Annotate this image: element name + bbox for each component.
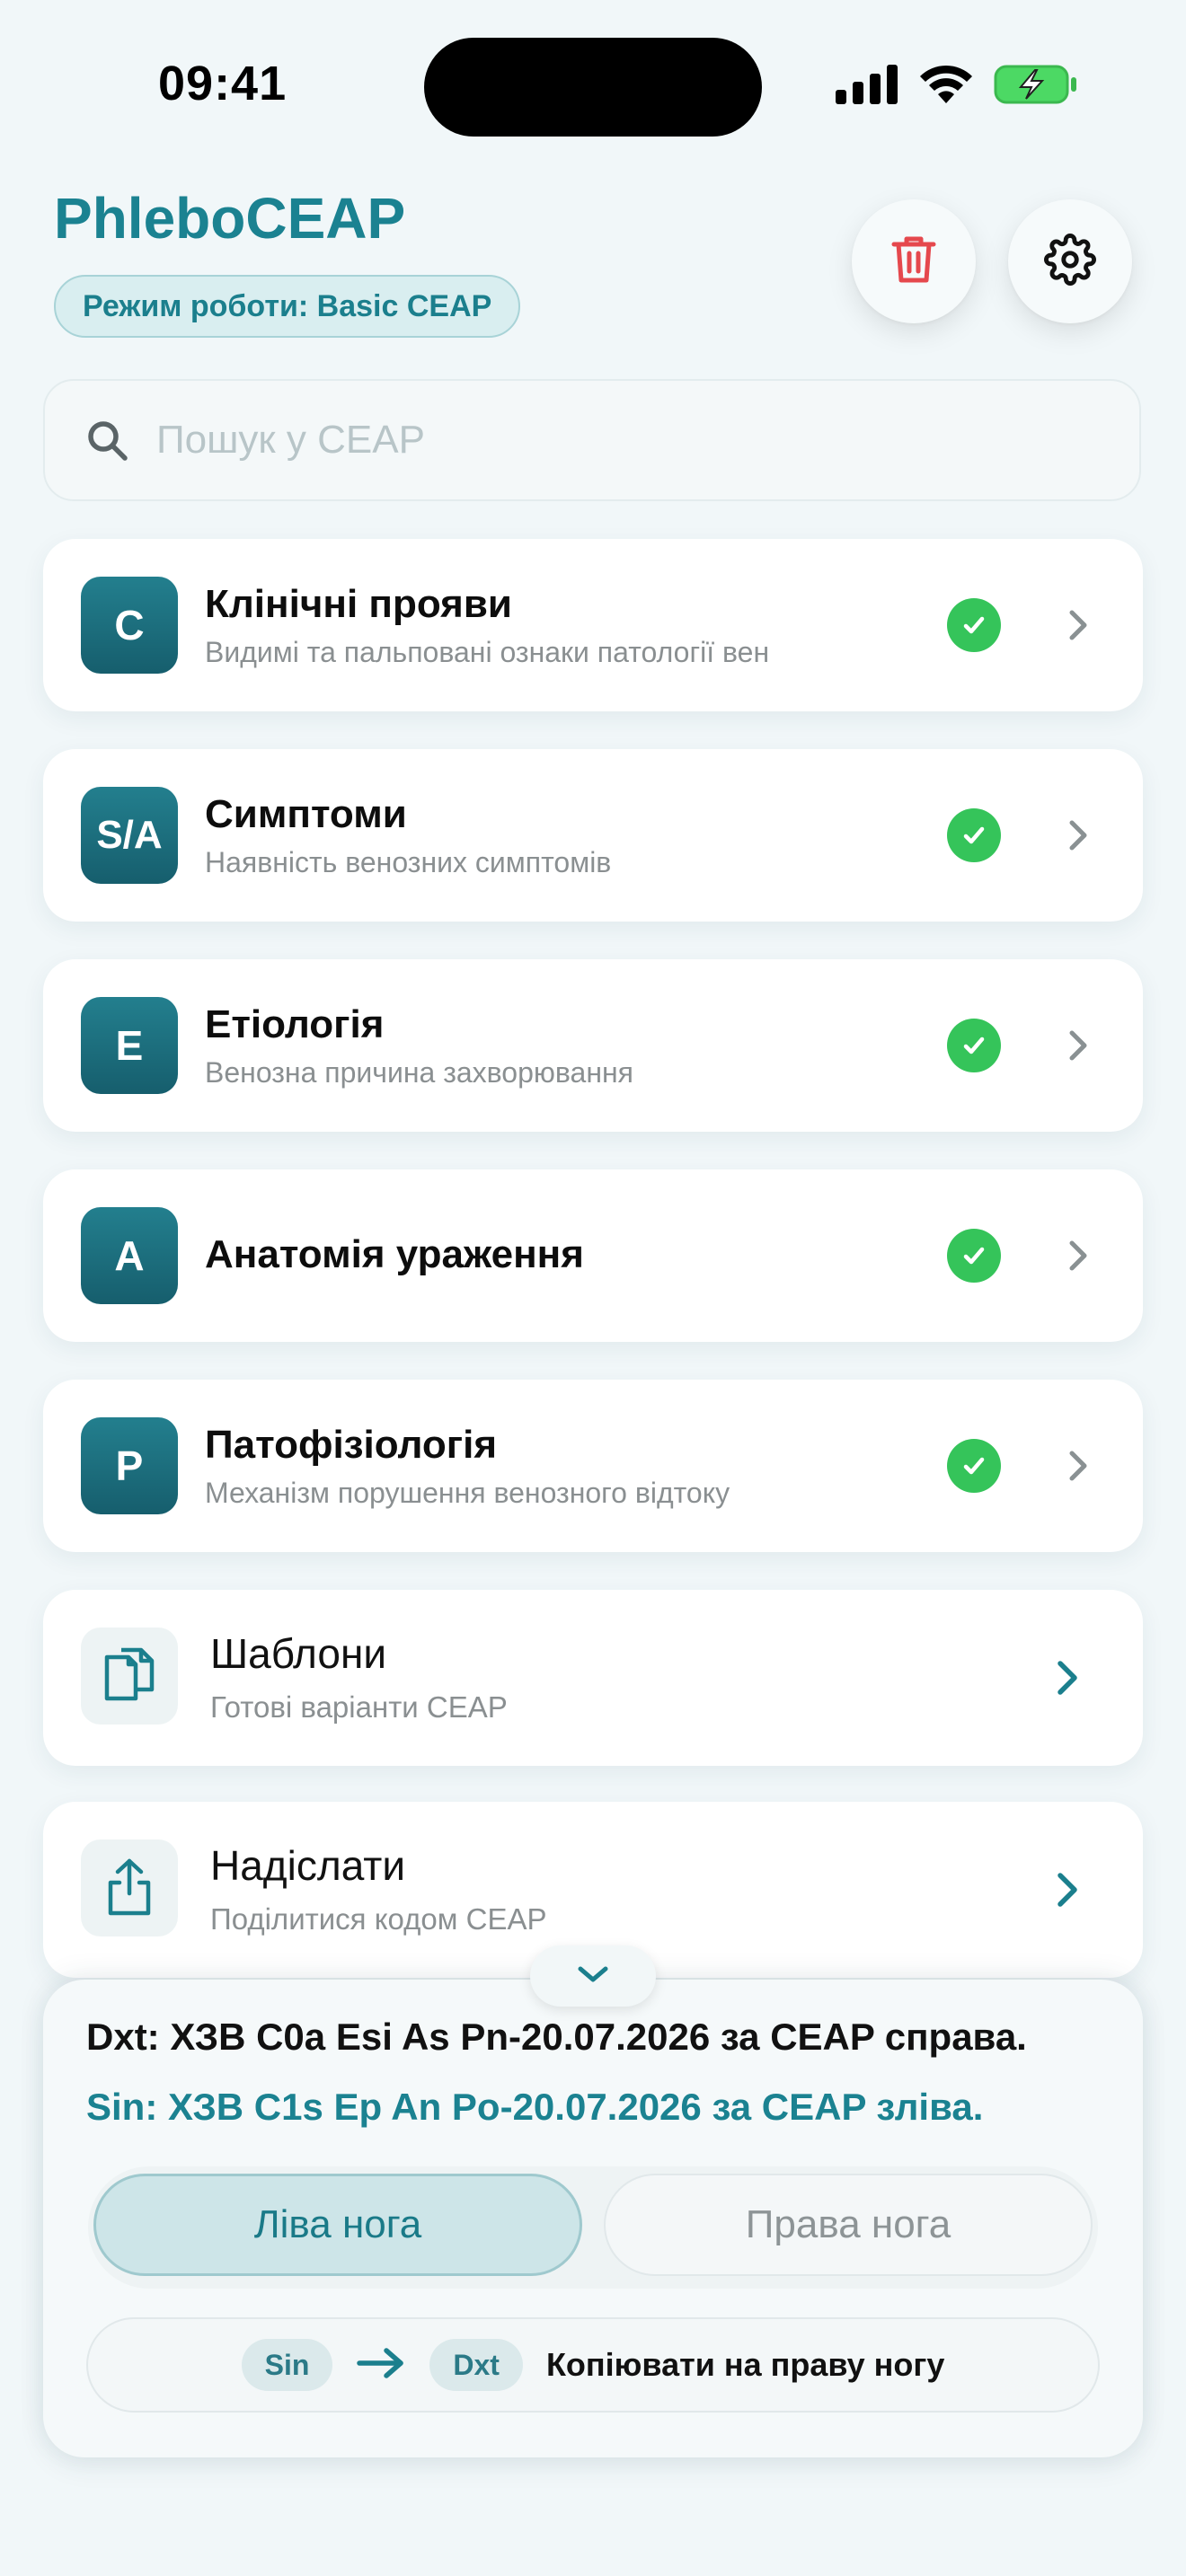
- battery-charging-icon: [994, 63, 1078, 110]
- category-title: Симптоми: [205, 792, 407, 836]
- clear-button[interactable]: [852, 199, 976, 323]
- gear-icon: [1044, 233, 1096, 290]
- category-title: Анатомія ураження: [205, 1232, 584, 1276]
- category-subtitle: Наявність венозних симптомів: [205, 846, 612, 878]
- search-box[interactable]: [43, 379, 1141, 501]
- category-badge: C: [81, 577, 178, 674]
- category-card-etiology[interactable]: E Етіологія Венозна причина захворювання: [43, 959, 1143, 1132]
- check-icon: [947, 1019, 1001, 1072]
- category-title: Клінічні прояви: [205, 582, 512, 626]
- settings-button[interactable]: [1008, 199, 1132, 323]
- templates-title: Шаблони: [210, 1630, 387, 1677]
- check-icon: [947, 598, 1001, 652]
- category-subtitle: Механізм порушення венозного відтоку: [205, 1477, 730, 1509]
- category-badge: E: [81, 997, 178, 1094]
- status-time: 09:41: [158, 57, 288, 110]
- arrow-right-icon: [356, 2345, 406, 2386]
- category-subtitle: Венозна причина захворювання: [205, 1056, 633, 1089]
- trash-icon: [890, 234, 937, 290]
- collapse-panel-button[interactable]: [530, 1945, 656, 2007]
- templates-subtitle: Готові варіанти CEAP: [210, 1690, 508, 1724]
- category-card-symptoms[interactable]: S/A Симптоми Наявність венозних симптомі…: [43, 749, 1143, 922]
- category-title: Етіологія: [205, 1002, 385, 1046]
- templates-card[interactable]: Шаблони Готові варіанти CEAP: [43, 1590, 1143, 1766]
- category-card-clinical[interactable]: C Клінічні прояви Видимі та пальповані о…: [43, 539, 1143, 711]
- chevron-right-icon: [1048, 1658, 1087, 1698]
- category-card-pathophysiology[interactable]: P Патофізіологія Механізм порушення вено…: [43, 1380, 1143, 1552]
- category-badge: A: [81, 1207, 178, 1304]
- right-leg-tab[interactable]: Права нога: [604, 2174, 1093, 2276]
- check-icon: [947, 808, 1001, 862]
- category-badge: S/A: [81, 787, 178, 884]
- mode-badge[interactable]: Режим роботи: Basic CEAP: [54, 275, 521, 338]
- to-leg-chip: Dxt: [429, 2339, 523, 2391]
- search-input[interactable]: [155, 417, 967, 463]
- left-leg-tab[interactable]: Ліва нога: [93, 2174, 582, 2276]
- search-icon: [84, 418, 129, 463]
- check-icon: [947, 1229, 1001, 1283]
- copy-documents-icon: [81, 1628, 178, 1725]
- category-card-anatomy[interactable]: A Анатомія ураження: [43, 1169, 1143, 1342]
- chevron-right-icon: [1058, 1446, 1098, 1486]
- from-leg-chip: Sin: [241, 2339, 333, 2391]
- check-icon: [947, 1439, 1001, 1493]
- dxt-code-line: Dxt: ХЗВ C0a Esi As Pn-20.07.2026 за CEA…: [86, 2016, 1027, 2058]
- chevron-right-icon: [1058, 1026, 1098, 1065]
- copy-label: Копіювати на праву ногу: [545, 2346, 945, 2383]
- copy-to-right-leg-button[interactable]: Sin Dxt Копіювати на праву ногу: [86, 2317, 1100, 2413]
- cellular-signal-icon: [836, 64, 898, 109]
- wifi-icon: [918, 64, 974, 110]
- category-subtitle: Видимі та пальповані ознаки патології ве…: [205, 636, 770, 668]
- chevron-right-icon: [1058, 605, 1098, 645]
- category-badge: P: [81, 1417, 178, 1514]
- mode-label: Режим роботи: Basic CEAP: [83, 288, 492, 323]
- status-icons: [836, 63, 1078, 110]
- share-subtitle: Поділитися кодом CEAP: [210, 1902, 547, 1936]
- chevron-down-icon: [575, 1963, 611, 1989]
- app-title: PhleboCEAP: [54, 186, 406, 251]
- dynamic-island: [424, 38, 762, 137]
- chevron-right-icon: [1048, 1870, 1087, 1910]
- sin-code-line: Sin: ХЗВ C1s Ep An Po-20.07.2026 за CEAP…: [86, 2086, 984, 2128]
- chevron-right-icon: [1058, 816, 1098, 855]
- category-title: Патофізіологія: [205, 1423, 498, 1467]
- chevron-right-icon: [1058, 1236, 1098, 1275]
- share-title: Надіслати: [210, 1842, 406, 1889]
- share-icon: [81, 1839, 178, 1936]
